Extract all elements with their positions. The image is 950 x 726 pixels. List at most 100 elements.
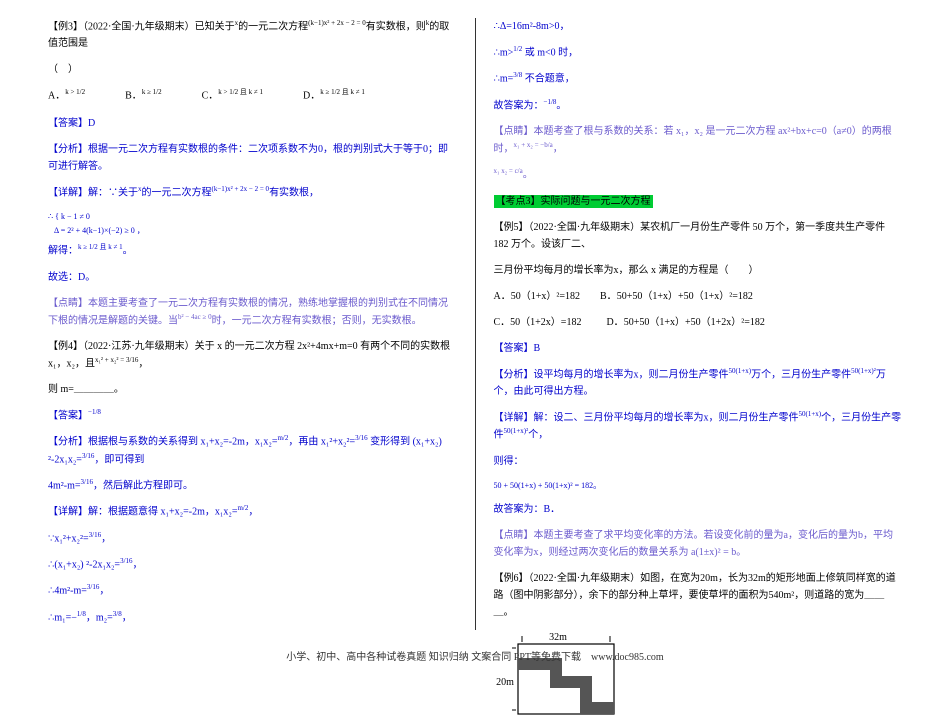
ana4-h: 4m²-m=: [48, 480, 81, 491]
ana4-f: 3/16: [82, 452, 94, 460]
ana4-d: 3/16: [355, 434, 367, 442]
ex6-line1: 【例6】（2022·全国·九年级期末）如图，在宽为20m，长为32m的矩形地面上…: [494, 570, 903, 621]
right-column: ∴Δ=16m²-8m>0， ∴m>1/2 或 m<0 时， ∴m=3/8 不合题…: [476, 18, 911, 630]
det4-a: 解：根据题意得 x₁+x₂=-2m，x₁x₂=: [88, 507, 237, 518]
r4: 故答案为：−1/8。: [494, 97, 903, 114]
ana5-lbl: 【分析】: [494, 369, 534, 380]
det5-a: 解：设二、三月份平均每月的增长率为x，则二月份生产零件: [534, 412, 799, 423]
det5-f: 则得：: [494, 453, 903, 470]
ana4-b: m/2: [277, 434, 288, 442]
ex5-answer: 【答案】B: [494, 340, 903, 357]
ex5-analysis: 【分析】设平均每月的增长率为x，则二月份生产零件50(1+x)万个，三月份生产零…: [494, 366, 903, 400]
choice-b: B．k ≥ 1/2: [125, 87, 161, 104]
pick5: 故答案为：B．: [494, 501, 903, 518]
ex4-answer: 【答案】−1/8: [48, 407, 457, 424]
pt4-d: x₁ x₂ = c/a: [494, 167, 523, 175]
pt4-e: 。: [523, 170, 533, 181]
sys1: k − 1 ≠ 0: [61, 212, 90, 221]
ex4-eq: x₁² + x₂² = 3/16: [95, 356, 138, 364]
diag-height-label: 20m: [496, 677, 514, 688]
system-line: ∴ { k − 1 ≠ 0 Δ = 2² + 4(k−1)×(−2) ≥ 0 ，: [48, 210, 457, 237]
paren-open: （: [48, 64, 58, 75]
ans4-lbl: 【答案】: [48, 410, 88, 421]
ana5-b: 50(1+x): [729, 367, 752, 375]
pt3-b: b² − 4ac ≥ 0: [178, 313, 212, 321]
ana5-d: 50(1+x)²: [851, 367, 876, 375]
choice-d: D．k ≥ 1/2 且 k ≠ 1: [303, 87, 365, 104]
det4-c: ，: [248, 507, 258, 518]
r2: ∴m>1/2 或 m<0 时，: [494, 44, 903, 61]
det4-b: m/2: [237, 504, 248, 512]
pt4: 【点睛】本题考查了根与系数的关系：若 x₁，x₂ 是一元二次方程 ax²+bx+…: [494, 123, 903, 157]
sys2: Δ = 2² + 4(k−1)×(−2) ≥ 0: [54, 226, 135, 235]
pt4-b: x₁ + x₂ = −b/a: [514, 141, 553, 149]
ex3-head: 【例3】（2022·全国·九年级期末）已知关于: [48, 21, 235, 32]
ans4-val: −1/8: [88, 408, 101, 416]
ana4-i: 3/16: [81, 478, 93, 486]
ex4-analysis: 【分析】根据根与系数的关系得到 x₁+x₂=-2m，x₁x₂=m/2，再由 x₁…: [48, 433, 457, 468]
ex4-detail: 【详解】解：根据题意得 x₁+x₂=-2m，x₁x₂=m/2，: [48, 503, 457, 520]
sol3-lbl: 解得：: [48, 246, 78, 257]
page-container: 【例3】（2022·全国·九年级期末）已知关于x的一元二次方程(k−1)x² +…: [0, 0, 950, 640]
ex3-analysis: 【分析】根据一元二次方程有实数根的条件：二次项系数不为0，根的判别式大于等于0；…: [48, 141, 457, 175]
ana4-a: 根据根与系数的关系得到 x₁+x₂=-2m，x₁x₂=: [88, 437, 277, 448]
ana4-lbl: 【分析】: [48, 437, 88, 448]
page-footer: 小学、初中、高中各种试卷真题 知识归纳 文案合同 PPT等免费下载 www.do…: [0, 649, 950, 666]
ana4-c: ，再由 x₁²+x₂²=: [288, 437, 355, 448]
eq5: 50 + 50(1+x) + 50(1+x)² = 182。: [494, 479, 903, 493]
ex5-detail: 【详解】解：设二、三月份平均每月的增长率为x，则二月份生产零件50(1+x) 个，…: [494, 409, 903, 444]
choice-c: C．k > 1/2 且 k ≠ 1: [202, 87, 263, 104]
c5b: B．50+50（1+x）+50（1+x）²=182: [600, 291, 753, 302]
ana3-lbl: 【分析】: [48, 144, 88, 155]
topic3: 【考点3】实际问题与一元二次方程: [494, 193, 903, 210]
ex5-line2: 三月份平均每月的增长率为x，那么 x 满足的方程是（ ）: [494, 262, 903, 279]
solve3: 解得：k ≥ 1/2 且 k ≠ 1。: [48, 242, 457, 259]
sol3-p: 。: [123, 246, 133, 257]
example4-line2: 则 m=＿＿＿＿。: [48, 381, 457, 398]
det3-eq: (k−1)x² + 2x − 2 = 0: [212, 185, 270, 193]
ana4-g: ，即可得到: [94, 454, 144, 465]
ex5-choices-row1: A．50（1+x）²=182 B．50+50（1+x）+50（1+x）²=182: [494, 288, 903, 305]
det3-c: 有实数根，: [269, 187, 319, 198]
det5-d: 50(1+x)²: [504, 427, 529, 435]
ana5-a: 设平均每月的增长率为x，则二月份生产零件: [534, 369, 729, 380]
example4-line1: 【例4】（2022·江苏·九年级期末）关于 x 的一元二次方程 2x²+4mx+…: [48, 338, 457, 372]
ex4-comma: ，: [138, 358, 148, 369]
pt4-lbl: 【点睛】: [494, 126, 534, 137]
step-d: ∴m₁=−1/8，m₂=3/8，: [48, 609, 457, 626]
r3: ∴m=3/8 不合题意，: [494, 70, 903, 87]
pt5: 【点睛】本题主要考查了求平均变化率的方法。若设变化前的量为a，变化后的量为b，平…: [494, 527, 903, 561]
pt4-line2: x₁ x₂ = c/a。: [494, 166, 903, 183]
topic3-label: 【考点3】实际问题与一元二次方程: [494, 195, 653, 208]
ana3-text: 根据一元二次方程有实数根的条件：二次项系数不为0，根的判别式大于等于0；即可进行…: [48, 144, 448, 172]
example3-line1: 【例3】（2022·全国·九年级期末）已知关于x的一元二次方程(k−1)x² +…: [48, 18, 457, 52]
ex3-choices: A．k > 1/2 B．k ≥ 1/2 C．k > 1/2 且 k ≠ 1 D．…: [48, 87, 457, 104]
ana5-c: 万个，三月份生产零件: [751, 369, 851, 380]
paren-close: ）: [68, 64, 78, 75]
ex3-answer: 【答案】D: [48, 115, 457, 132]
step-c: ∴4m²-m=3/16，: [48, 582, 457, 599]
ex3-mid: 的一元二次方程: [238, 21, 308, 32]
det5-b: 50(1+x): [799, 410, 822, 418]
diagram-svg: 32m 20m: [494, 630, 624, 720]
det3-b: 的一元二次方程: [142, 187, 212, 198]
det5-lbl: 【详解】: [494, 412, 534, 423]
choice-a: A．k > 1/2: [48, 87, 85, 104]
step-a: ∵x₁²+x₂²=3/16，: [48, 530, 457, 547]
pt4-c: ，: [553, 143, 563, 154]
c5a: A．50（1+x）²=182: [494, 291, 581, 302]
pt3-lbl: 【点睛】: [48, 298, 88, 309]
det5-e: 个，: [528, 430, 548, 441]
c5d: D．50+50（1+x）+50（1+2x）²=182: [606, 317, 764, 328]
ana4-j: ，然后解此方程即可。: [93, 480, 193, 491]
ex3-point: 【点睛】本题主要考查了一元二次方程有实数根的情况，熟练地掌握根的判别式在不同情况…: [48, 295, 457, 329]
pt5-text: 本题主要考查了求平均变化率的方法。若设变化前的量为a，变化后的量为b，平均变化率…: [494, 530, 893, 558]
step-b: ∴(x₁+x₂) ²-2x₁x₂=3/16，: [48, 556, 457, 573]
sol3-eq: k ≥ 1/2 且 k ≠ 1: [78, 243, 123, 251]
ex4-analysis2: 4m²-m=3/16，然后解此方程即可。: [48, 477, 457, 494]
pick3: 故选：D。: [48, 269, 457, 286]
pt5-lbl: 【点睛】: [494, 530, 534, 541]
ex3-detail: 【详解】解：∵关于x的一元二次方程(k−1)x² + 2x − 2 = 0有实数…: [48, 184, 457, 201]
det4-lbl: 【详解】: [48, 507, 88, 518]
left-column: 【例3】（2022·全国·九年级期末）已知关于x的一元二次方程(k−1)x² +…: [40, 18, 476, 630]
